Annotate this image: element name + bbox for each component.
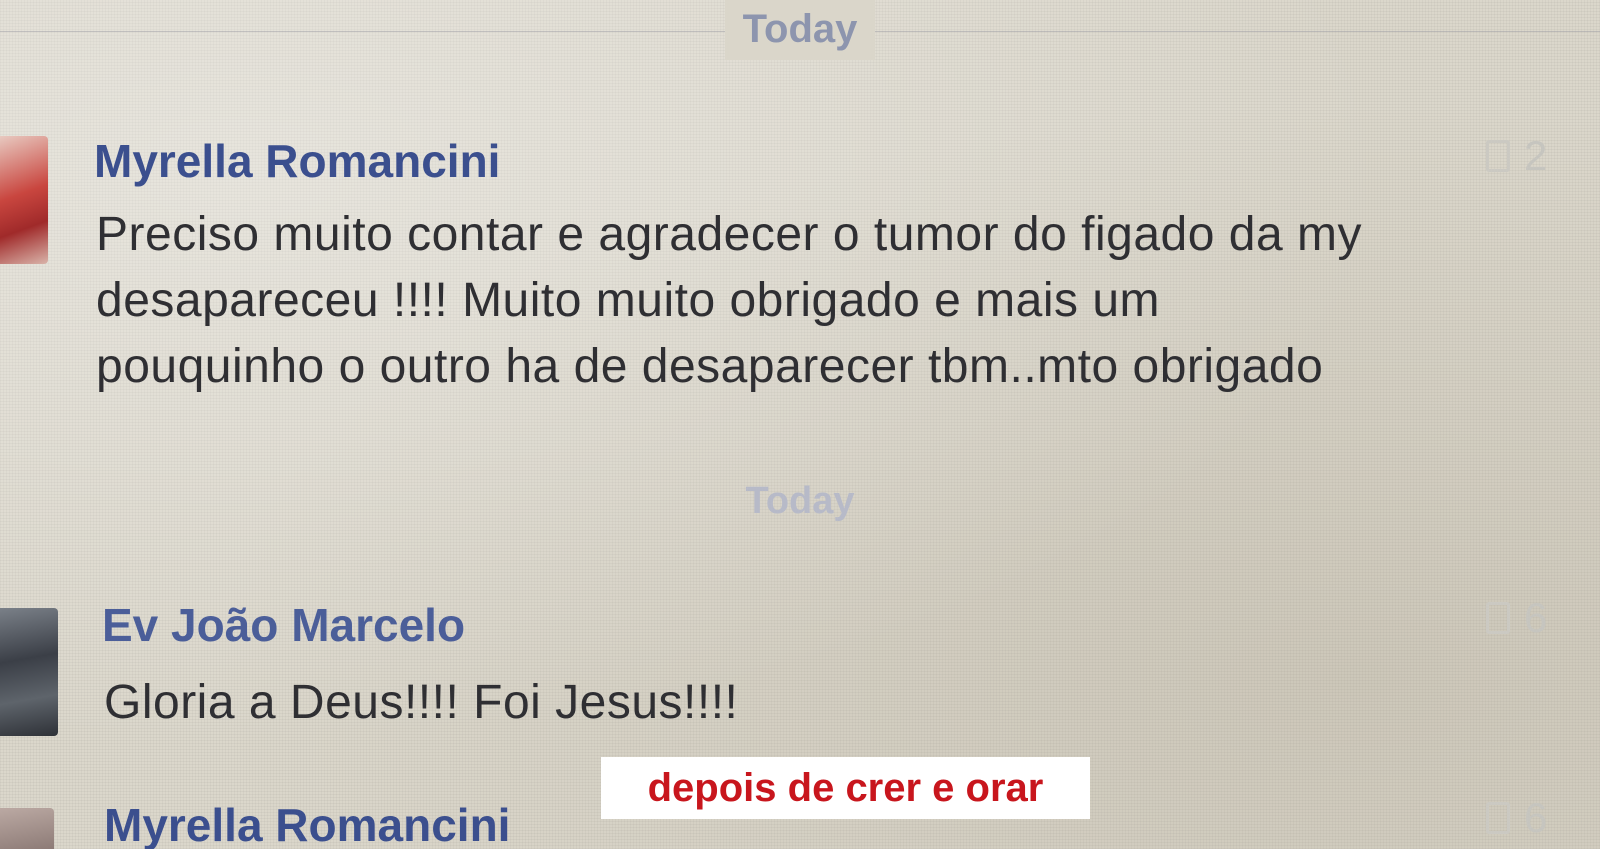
message-line: Preciso muito contar e agradecer o tumor… [96,208,1362,261]
message-meta[interactable]: 6 [1486,794,1547,842]
chat-message: Ev João Marcelo Gloria a Deus!!!! Foi Je… [0,594,1600,744]
chat-message: Myrella Romancini Preciso muito contar e… [0,130,1600,420]
avatar[interactable] [0,808,54,849]
sender-name[interactable]: Myrella Romancini [104,798,510,849]
avatar[interactable] [0,608,58,736]
chat-bubble-icon [1486,602,1510,634]
date-divider: Today [0,476,1600,526]
sender-name[interactable]: Myrella Romancini [94,134,500,188]
message-count: 6 [1524,794,1548,841]
message-meta[interactable]: 2 [1486,132,1547,180]
chat-bubble-icon [1486,140,1510,172]
message-line: Gloria a Deus!!!! Foi Jesus!!!! [104,676,739,729]
date-divider-label: Today [724,0,876,60]
message-line: desapareceu !!!! Muito muito obrigado e … [96,274,1161,327]
message-text: Preciso muito contar e agradecer o tumor… [96,202,1362,400]
message-count: 6 [1524,594,1548,641]
avatar[interactable] [0,136,48,264]
message-text: Gloria a Deus!!!! Foi Jesus!!!! [104,670,738,736]
date-divider-label: Today [745,480,855,522]
message-line: pouquinho o outro ha de desaparecer tbm.… [96,340,1324,393]
overlay-caption: depois de crer e orar [647,766,1044,810]
chat-bubble-icon [1486,802,1510,834]
message-meta[interactable]: 6 [1486,594,1547,642]
message-count: 2 [1524,132,1548,179]
overlay-caption-box: depois de crer e orar [601,757,1090,819]
date-divider: Today [0,0,1600,62]
sender-name[interactable]: Ev João Marcelo [102,598,465,652]
